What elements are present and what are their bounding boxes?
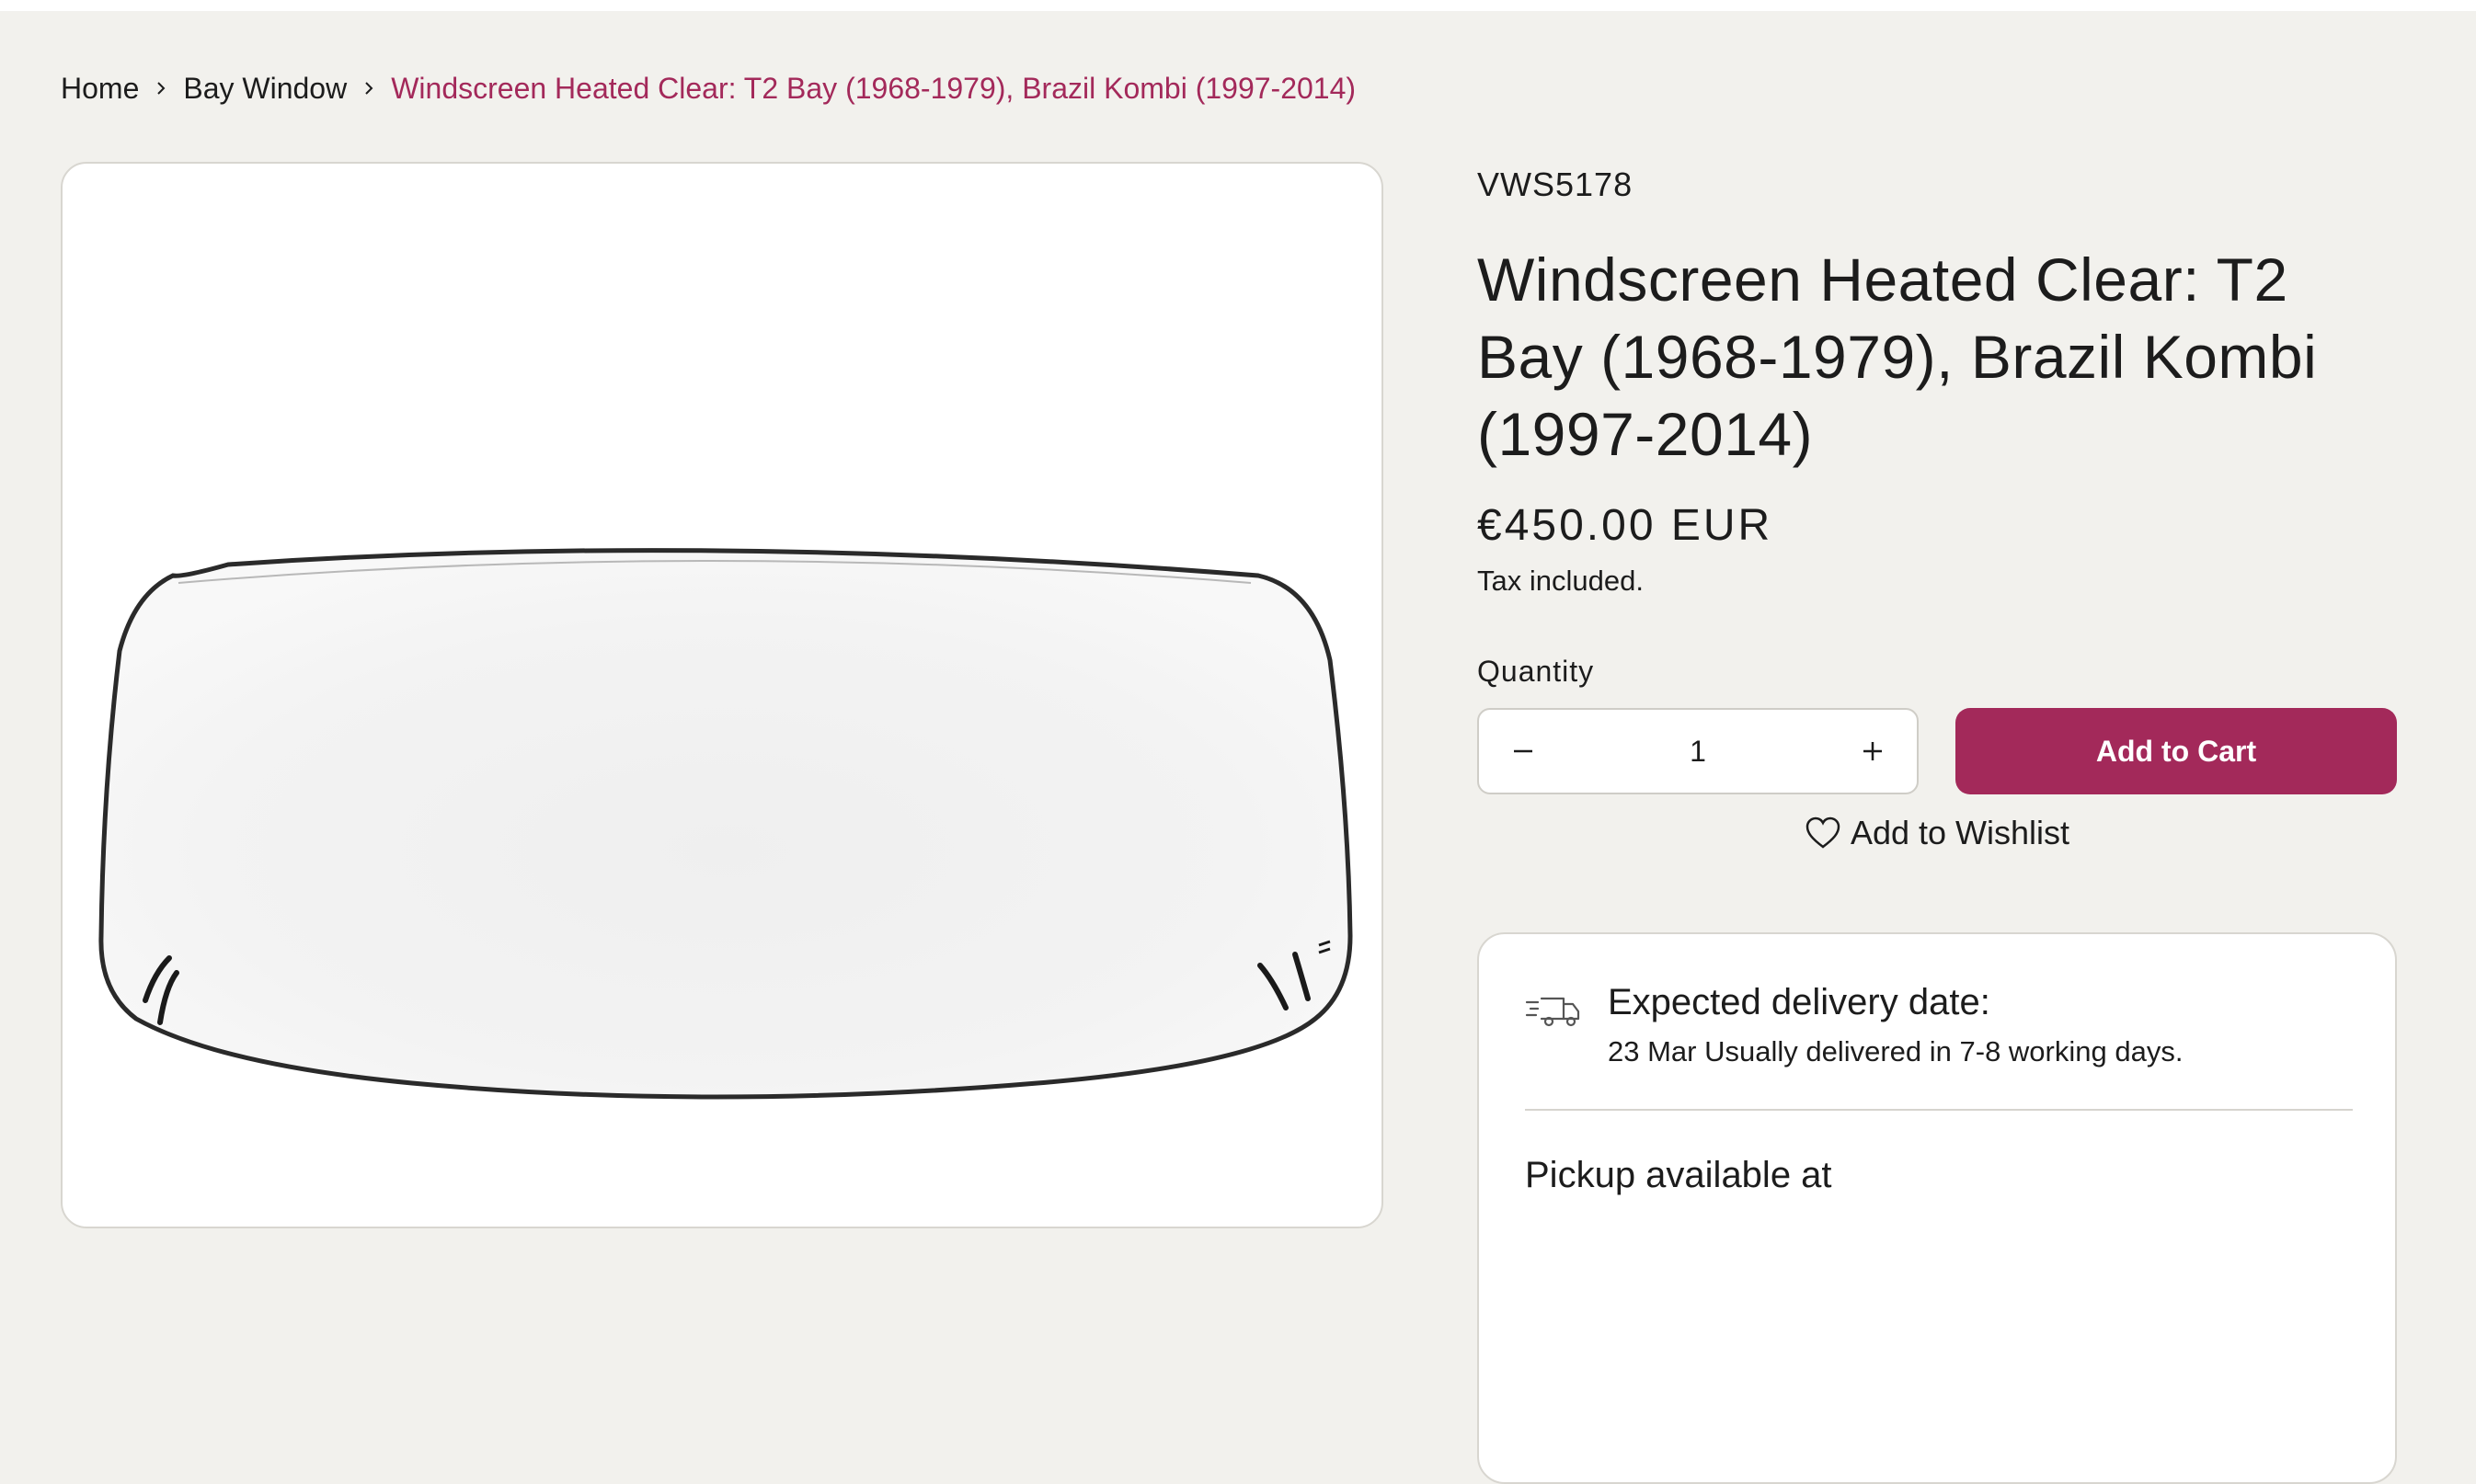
delivery-title: Expected delivery date: — [1608, 982, 1990, 1022]
quantity-stepper: 1 — [1477, 708, 1919, 794]
delivery-text: 23 Mar Usually delivered in 7-8 working … — [1608, 1035, 2184, 1067]
add-to-wishlist-button[interactable]: Add to Wishlist — [1477, 809, 2397, 857]
product-image-windscreen — [98, 548, 1353, 1100]
tax-note: Tax included. — [1477, 565, 1644, 597]
chevron-right-icon — [139, 68, 183, 108]
increase-quantity-button[interactable] — [1828, 710, 1917, 793]
chevron-right-icon — [347, 68, 391, 108]
product-price: €450.00 EUR — [1477, 501, 1773, 550]
breadcrumb-home-link[interactable]: Home — [61, 72, 139, 106]
breadcrumb-current-page: Windscreen Heated Clear: T2 Bay (1968-19… — [391, 71, 1357, 105]
delivery-card: Expected delivery date: 23 Mar Usually d… — [1477, 932, 2397, 1484]
add-to-cart-button[interactable]: Add to Cart — [1955, 708, 2397, 794]
quantity-label: Quantity — [1477, 655, 1595, 688]
breadcrumb-bay-window-link[interactable]: Bay Window — [183, 72, 347, 106]
pickup-title: Pickup available at — [1525, 1155, 1832, 1195]
product-image-gallery[interactable] — [61, 162, 1383, 1228]
breadcrumb: Home Bay Window Windscreen Heated Clear:… — [61, 68, 1356, 108]
quantity-input[interactable]: 1 — [1606, 735, 1790, 769]
truck-icon — [1525, 997, 1580, 1027]
divider — [1525, 1109, 2353, 1111]
top-strip — [0, 0, 2476, 11]
product-sku: VWS5178 — [1477, 166, 1633, 203]
product-title: Windscreen Heated Clear: T2 Bay (1968-19… — [1477, 245, 2318, 468]
heart-icon — [1805, 816, 1840, 849]
decrease-quantity-button[interactable] — [1479, 710, 1567, 793]
plus-icon — [1863, 742, 1882, 760]
minus-icon — [1514, 749, 1532, 753]
wishlist-label: Add to Wishlist — [1850, 814, 2070, 851]
